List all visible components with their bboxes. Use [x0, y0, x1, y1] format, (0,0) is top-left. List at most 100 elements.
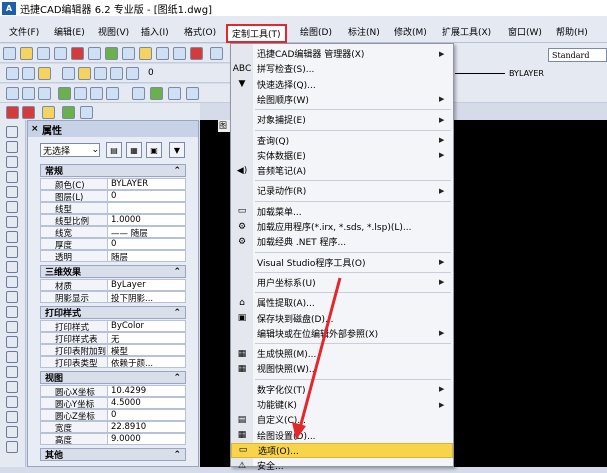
section-header[interactable]: 常规 ⌃ — [40, 164, 186, 177]
menu-option[interactable]: ABC 拼写检查(S)... — [231, 61, 453, 76]
menu-option[interactable]: ⚙ 加载经典 .NET 程序... — [231, 234, 453, 249]
property-row[interactable]: 厚度 0 — [40, 238, 186, 250]
property-value[interactable]: ByLayer — [108, 279, 186, 291]
menu-option[interactable]: ▤ 自定义(C)... — [231, 412, 453, 427]
toolbar-button-icon[interactable] — [62, 67, 75, 80]
property-row[interactable]: 打印表类型 依赖于颜... — [40, 356, 186, 368]
left-tool-icon[interactable] — [6, 246, 18, 258]
left-tool-icon[interactable] — [6, 201, 18, 213]
left-tool-icon[interactable] — [6, 231, 18, 243]
select-objects-button[interactable]: ▦ — [126, 142, 142, 158]
menu-option[interactable]: ▦ 生成快照(M)... — [231, 346, 453, 361]
section-header[interactable]: 视图 ⌃ — [40, 371, 186, 384]
menu-option[interactable]: ▦ 视图快照(W)... — [231, 361, 453, 376]
property-row[interactable]: 线型比例 1.0000 — [40, 214, 186, 226]
toolbar-button-icon[interactable] — [38, 87, 51, 100]
menu-item-10[interactable]: 窗口(W) — [508, 25, 542, 38]
left-tool-icon[interactable] — [6, 396, 18, 408]
menu-item-1[interactable]: 编辑(E) — [54, 25, 85, 38]
toolbar-button-icon[interactable] — [106, 87, 119, 100]
property-row[interactable]: 颜色(C) BYLAYER — [40, 178, 186, 190]
property-value[interactable]: 无 — [108, 332, 186, 344]
menu-item-0[interactable]: 文件(F) — [9, 25, 39, 38]
menu-option[interactable]: 用户坐标系(U) ▶ — [231, 275, 453, 290]
toolbar-button-icon[interactable] — [78, 67, 91, 80]
property-row[interactable]: 图层(L) 0 — [40, 190, 186, 202]
left-tool-icon[interactable] — [6, 126, 18, 138]
collapse-icon[interactable]: ⌃ — [173, 166, 181, 176]
property-value[interactable]: 依赖于颜... — [108, 356, 186, 368]
menu-option[interactable]: ⚙ 加载应用程序(*.irx, *.sds, *.lsp)(L)... — [231, 219, 453, 234]
property-row[interactable]: 圆心Z坐标 0 — [40, 409, 186, 421]
left-tool-icon[interactable] — [6, 411, 18, 423]
menu-option[interactable]: 实体数据(E) ▶ — [231, 148, 453, 163]
toolbar-button-icon[interactable] — [105, 47, 118, 60]
property-value[interactable] — [108, 202, 186, 214]
property-value[interactable]: —— 随层 — [108, 226, 186, 238]
property-value[interactable]: 投下阴影... — [108, 291, 186, 303]
toolbar-button-icon[interactable] — [62, 106, 75, 119]
menu-option[interactable]: ◀) 音频笔记(A) — [231, 163, 453, 178]
menu-item-2[interactable]: 视图(V) — [98, 25, 129, 38]
left-tool-icon[interactable] — [6, 351, 18, 363]
left-tool-icon[interactable] — [6, 381, 18, 393]
property-value[interactable]: 0 — [108, 190, 186, 202]
menu-option[interactable]: 查询(Q) ▶ — [231, 133, 453, 148]
menu-item-7[interactable]: 标注(N) — [348, 25, 380, 38]
menu-option[interactable]: 编辑块或在位编辑外部参照(X) ▶ — [231, 326, 453, 341]
menu-item-5[interactable]: 定制工具(T) — [226, 24, 287, 43]
text-style-select[interactable]: Standard — [548, 48, 607, 62]
menu-option[interactable]: ⌂ 属性提取(A)... — [231, 295, 453, 310]
toolbar-button-icon[interactable] — [173, 47, 186, 60]
collapse-icon[interactable]: ⌃ — [173, 450, 181, 460]
property-row[interactable]: 圆心X坐标 10.4299 — [40, 385, 186, 397]
property-row[interactable]: 打印表附加到 模型 — [40, 344, 186, 356]
menu-option[interactable]: ▣ 保存块到磁盘(D)... — [231, 311, 453, 326]
toolbar-button-icon[interactable] — [150, 87, 163, 100]
toolbar-button-icon[interactable] — [54, 47, 67, 60]
collapse-icon[interactable]: ⌃ — [173, 267, 181, 277]
section-header[interactable]: 其他 ⌃ — [40, 448, 186, 461]
layer-value[interactable]: 0 — [148, 68, 154, 78]
property-row[interactable]: 打印样式表无 — [40, 332, 186, 344]
left-tool-icon[interactable] — [6, 141, 18, 153]
toolbar-button-icon[interactable] — [90, 87, 103, 100]
menu-item-6[interactable]: 绘图(D) — [300, 25, 332, 38]
toolbar-button-icon[interactable] — [74, 87, 87, 100]
left-tool-icon[interactable] — [6, 321, 18, 333]
menu-item-4[interactable]: 格式(O) — [184, 25, 216, 38]
left-tool-icon[interactable] — [6, 336, 18, 348]
menu-item-3[interactable]: 插入(I) — [141, 25, 169, 38]
property-row[interactable]: 材质 ByLayer — [40, 279, 186, 291]
toolbar-button-icon[interactable] — [168, 87, 181, 100]
menu-option[interactable]: ⚠ 安全... — [231, 458, 453, 473]
drawing-tab[interactable]: 图 — [218, 120, 230, 132]
toolbar-button-icon[interactable] — [139, 47, 152, 60]
menu-option[interactable]: ▭ 选项(O)... — [231, 442, 453, 458]
property-value[interactable]: 0 — [108, 409, 186, 421]
toolbar-button-icon[interactable] — [156, 47, 169, 60]
property-value[interactable]: 4.5000 — [108, 397, 186, 409]
toggle-pickadd-button[interactable]: ▤ — [106, 142, 122, 158]
collapse-icon[interactable]: ⌃ — [173, 308, 181, 318]
menu-option[interactable]: Visual Studio程序工具(O) ▶ — [231, 255, 453, 270]
toolbar-button-icon[interactable] — [6, 87, 19, 100]
left-tool-icon[interactable] — [6, 186, 18, 198]
linetype-select[interactable]: BYLAYER — [455, 66, 555, 80]
property-value[interactable]: ByColor — [108, 320, 186, 332]
selection-dropdown[interactable]: 无选择 ⌄ — [40, 143, 100, 157]
property-value[interactable]: 0 — [108, 238, 186, 250]
left-tool-icon[interactable] — [6, 276, 18, 288]
property-value[interactable]: 1.0000 — [108, 214, 186, 226]
menu-option[interactable]: 数字化仪(T) ▶ — [231, 382, 453, 397]
menu-item-9[interactable]: 扩展工具(X) — [442, 25, 491, 38]
toolbar-button-icon[interactable] — [126, 67, 139, 80]
menu-option[interactable]: ▭ 加载菜单... — [231, 204, 453, 219]
close-icon[interactable]: × — [31, 124, 39, 134]
left-tool-icon[interactable] — [6, 261, 18, 273]
toolbar-button-icon[interactable] — [80, 106, 93, 119]
toolbar-button-icon[interactable] — [71, 47, 84, 60]
menu-option[interactable]: 对象捕捉(E) ▶ — [231, 112, 453, 127]
property-value[interactable]: 模型 — [108, 344, 186, 356]
toolbar-button-icon[interactable] — [22, 67, 35, 80]
